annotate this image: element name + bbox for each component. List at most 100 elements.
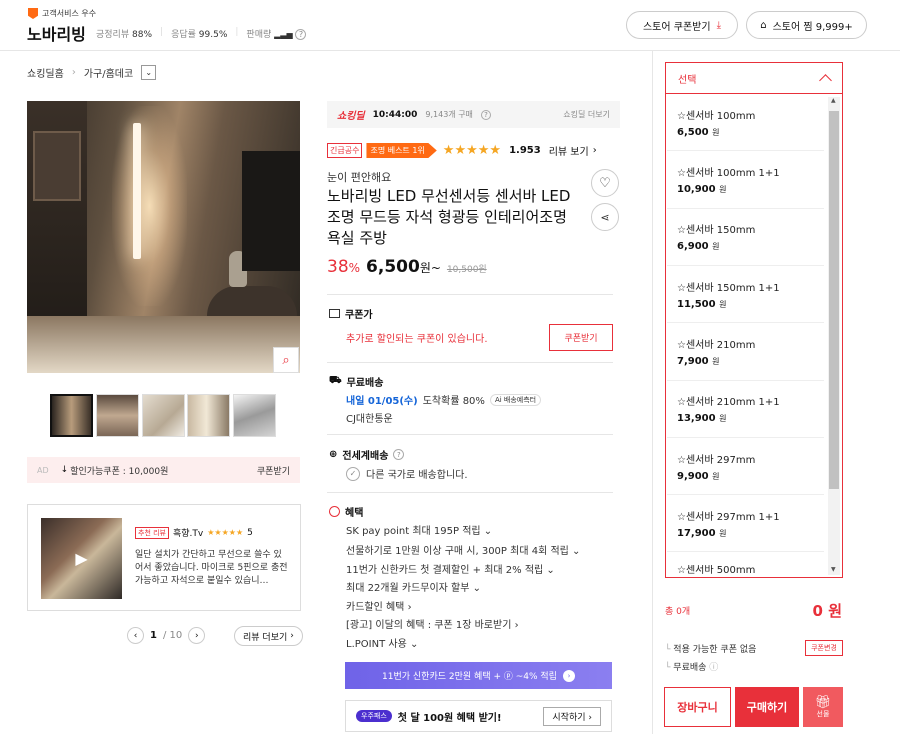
- deal-count: 9,143개 구매: [425, 110, 473, 119]
- benefit-icon: [329, 506, 340, 517]
- shipping-section: ⛟ 무료배송: [329, 375, 384, 389]
- benefit-item[interactable]: 선물하기로 1만원 이상 구매 시, 300P 최대 4회 적립 ⌄: [346, 542, 580, 557]
- coupon-banner-button[interactable]: 쿠폰받기: [257, 464, 290, 477]
- benefit-item[interactable]: SK pay point 최대 195P 적립 ⌄: [346, 522, 492, 537]
- option-scrollbar[interactable]: ▲ ▼: [828, 97, 840, 575]
- thumbnail-2[interactable]: [96, 394, 139, 437]
- option-item-price[interactable]: 7,900 원: [677, 356, 720, 367]
- option-item-name[interactable]: ☆센서바 100mm: [677, 107, 755, 122]
- benefits-section: 혜택: [329, 504, 363, 519]
- total-count: 총 0개: [665, 607, 691, 617]
- shocking-logo[interactable]: 쇼킹딜: [337, 107, 365, 122]
- coupon-price-text: 추가로 할인되는 쿠폰이 있습니다.: [346, 334, 488, 345]
- option-item-price[interactable]: 17,900 원: [677, 528, 726, 539]
- gift-button[interactable]: 🎁︎ 선물: [803, 687, 843, 727]
- rating-value: 1.953: [509, 145, 541, 156]
- option-item-price[interactable]: 11,500 원: [677, 299, 726, 310]
- breadcrumb-category[interactable]: 가구/홈데코: [84, 65, 133, 80]
- store-name[interactable]: 노바리빙: [27, 21, 86, 45]
- scroll-down-arrow[interactable]: ▼: [831, 566, 836, 573]
- urgent-tag: 긴급공수: [327, 143, 363, 158]
- help-icon[interactable]: ?: [480, 109, 491, 120]
- review-video-thumbnail[interactable]: ▶: [41, 518, 122, 599]
- benefit-item[interactable]: 11번가 신한카드 첫 결제할인 + 최대 2% 적립 ⌄: [346, 561, 555, 576]
- review-tag: 추천 리뷰: [135, 526, 169, 539]
- search-icon: ⌕: [282, 352, 290, 368]
- thumbnail-3[interactable]: [142, 394, 185, 437]
- cart-button[interactable]: 장바구니: [664, 687, 731, 727]
- heart-icon: ♡: [599, 175, 611, 191]
- review-card[interactable]: ▶ 추천 리뷰 흑향.Tv ★★★★★ 5 일단 설치가 간단하고 무선으로 쓸…: [27, 504, 301, 611]
- light-bar: [133, 123, 141, 259]
- total-price: 0 원: [812, 602, 842, 620]
- discount-rate: 38: [327, 257, 349, 277]
- option-item-name[interactable]: ☆센서바 500mm: [677, 565, 755, 576]
- uju-pass-banner[interactable]: 우주패스 첫 달 100원 혜택 받기! 시작하기 ›: [345, 700, 612, 732]
- info-icon[interactable]: ?: [295, 29, 307, 40]
- global-shipping-text: ✓ 다른 국가로 배송합니다.: [346, 466, 468, 481]
- arrow-right-icon: ›: [562, 669, 575, 682]
- option-item-name[interactable]: ☆센서바 297mm 1+1: [677, 508, 780, 523]
- option-item-name[interactable]: ☆센서바 210mm 1+1: [677, 393, 780, 408]
- option-select-header[interactable]: 선택: [665, 62, 843, 94]
- frame-art: [33, 131, 81, 201]
- option-item-name[interactable]: ☆센서바 210mm: [677, 336, 755, 351]
- product-title: 노바리빙 LED 무선센서등 센서바 LED 조명 무드등 자석 형광등 인테리…: [327, 187, 571, 247]
- option-item-name[interactable]: ☆센서바 150mm: [677, 221, 755, 236]
- signal-icon: ▂▃▅: [274, 30, 293, 39]
- store-coupon-button[interactable]: 스토어 쿠폰받기 ⤓: [626, 11, 738, 39]
- option-divider: [667, 208, 824, 209]
- option-item-price[interactable]: 9,900 원: [677, 471, 720, 482]
- benefit-item[interactable]: 최대 22개월 카드무이자 할부 ⌄: [346, 579, 481, 594]
- thumbnail-5[interactable]: [233, 394, 276, 437]
- breadcrumb-home[interactable]: 쇼킹딜홈: [27, 65, 64, 80]
- coupon-icon: [329, 309, 340, 318]
- option-divider: [667, 380, 824, 381]
- right-panel-divider: [652, 51, 653, 734]
- next-page-button[interactable]: ›: [188, 627, 206, 644]
- benefit-item[interactable]: 카드할인 혜택 ›: [346, 598, 412, 613]
- buy-button[interactable]: 구매하기: [735, 687, 799, 727]
- share-button[interactable]: ⋖: [591, 203, 619, 231]
- option-divider: [667, 265, 824, 266]
- truck-icon: ⛟: [329, 375, 342, 386]
- review-text: 일단 설치가 간단하고 무선으로 쓸수 있어서 좋았습니다. 마이크로 5핀으로…: [135, 550, 288, 586]
- zoom-button[interactable]: ⌕: [273, 347, 299, 373]
- benefit-item[interactable]: L.POINT 사용 ⌄: [346, 635, 418, 650]
- gift-icon: 🎁︎: [814, 694, 832, 710]
- option-item-name[interactable]: ☆센서바 100mm 1+1: [677, 164, 780, 179]
- option-item-name[interactable]: ☆센서바 297mm: [677, 451, 755, 466]
- option-divider: [667, 150, 824, 151]
- thumbnail-1[interactable]: [50, 394, 93, 437]
- shocking-more-link[interactable]: 쇼킹딜 더보기: [563, 109, 610, 120]
- option-item-price[interactable]: 10,900 원: [677, 184, 726, 195]
- ad-coupon-banner[interactable]: AD ↓ 할인가능쿠폰 : 10,000원 쿠폰받기: [27, 457, 300, 483]
- option-item-price[interactable]: 6,900 원: [677, 241, 720, 252]
- free-shipping-status: └ 무료배송 ⓘ: [665, 663, 719, 673]
- info-icon[interactable]: ⓘ: [709, 663, 718, 673]
- review-link[interactable]: 리뷰 보기: [549, 143, 589, 158]
- deal-time: 10:44:00: [372, 109, 418, 120]
- coupon-change-button[interactable]: 쿠폰변경: [805, 640, 843, 656]
- thumbnail-4[interactable]: [187, 394, 230, 437]
- prev-page-button[interactable]: ‹: [127, 627, 144, 644]
- breadcrumb: 쇼킹딜홈 › 가구/홈데코 ⌄: [27, 65, 157, 80]
- store-fav-button[interactable]: ⌂ 스토어 찜 9,999+: [746, 11, 867, 39]
- scroll-up-arrow[interactable]: ▲: [831, 97, 836, 104]
- option-item-name[interactable]: ☆센서바 150mm 1+1: [677, 279, 780, 294]
- scroll-thumb[interactable]: [829, 111, 839, 489]
- chevron-up-icon: [819, 74, 832, 87]
- review-pager: ‹ 1 / 10 ›: [127, 627, 206, 644]
- wishlist-button[interactable]: ♡: [591, 169, 619, 197]
- coupon-get-button[interactable]: 쿠폰받기: [549, 324, 613, 351]
- review-more-button[interactable]: 리뷰 더보기 ›: [234, 626, 303, 646]
- option-item-price[interactable]: 6,500 원: [677, 127, 720, 138]
- card-promo-banner[interactable]: 11번가 신한카드 2만원 혜택 + ⓟ ~4% 적립 ›: [345, 662, 612, 689]
- uju-start-button[interactable]: 시작하기 ›: [543, 706, 601, 726]
- option-item-price[interactable]: 13,900 원: [677, 413, 726, 424]
- category-dropdown[interactable]: ⌄: [141, 65, 157, 80]
- product-main-image[interactable]: [27, 101, 300, 373]
- benefit-item[interactable]: [광고] 이달의 혜택 : 쿠폰 1장 바로받기 ›: [346, 616, 519, 631]
- help-icon[interactable]: ?: [393, 449, 405, 460]
- ai-delivery-badge[interactable]: Ai 배송예측터: [489, 393, 542, 406]
